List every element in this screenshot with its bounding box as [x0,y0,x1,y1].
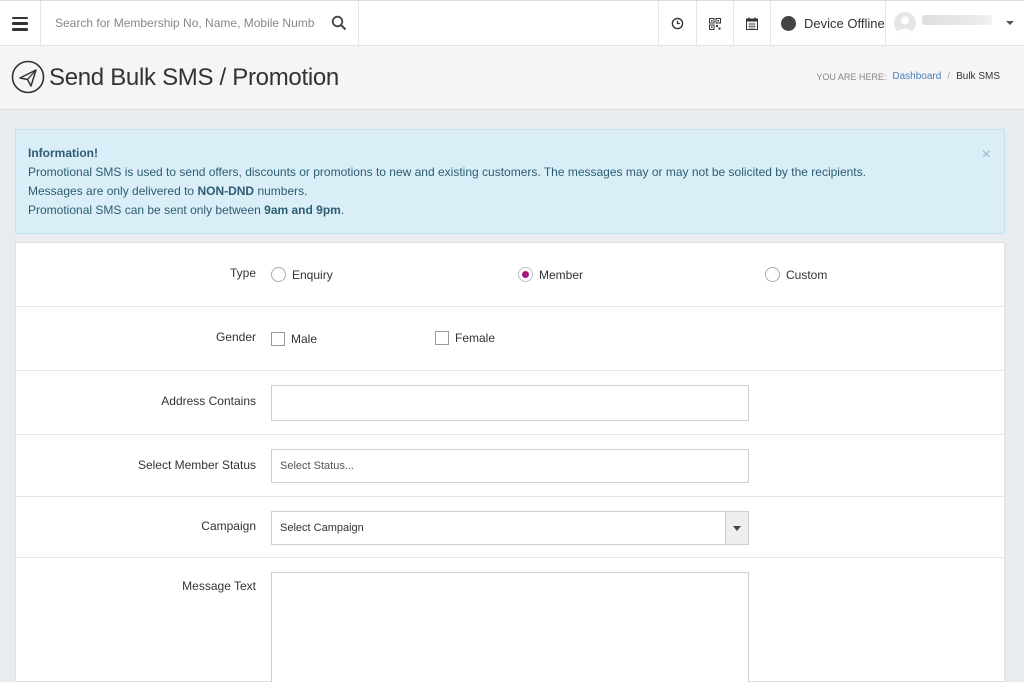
radio-enquiry[interactable] [271,267,286,282]
member-status-row: Select Member Status Select Status... [16,435,1004,497]
qr-code-button[interactable] [696,1,733,46]
page-header: Send Bulk SMS / Promotion YOU ARE HERE: … [0,46,1024,110]
address-input[interactable] [271,385,749,421]
close-icon[interactable]: × [982,145,991,164]
alert-line-1: Promotional SMS is used to send offers, … [28,165,866,179]
clock-button[interactable] [658,1,696,46]
gender-option-male[interactable]: Male [271,332,317,346]
calendar-icon [746,17,758,30]
campaign-row: Campaign Select Campaign [16,497,1004,558]
search-bar [41,1,359,46]
campaign-select[interactable]: Select Campaign [271,511,749,545]
qr-code-icon [709,17,721,30]
campaign-label: Campaign [201,519,256,533]
search-icon[interactable] [331,15,347,31]
info-alert: Information! Promotional SMS is used to … [15,129,1005,234]
message-label: Message Text [182,579,256,593]
campaign-dropdown-button[interactable] [725,512,748,544]
type-row: Type Enquiry Member Custom [16,243,1004,307]
chevron-down-icon[interactable] [1006,21,1014,25]
type-option-custom[interactable]: Custom [765,267,827,282]
breadcrumb-current: Bulk SMS [956,71,1000,82]
type-option-member[interactable]: Member [518,267,583,282]
calendar-button[interactable] [733,1,770,46]
message-row: Message Text [16,558,1004,682]
breadcrumb-label: YOU ARE HERE: [816,71,887,82]
device-status[interactable]: Device Offline [770,1,885,46]
member-status-label: Select Member Status [137,458,256,472]
member-status-select[interactable]: Select Status... [271,449,749,483]
radio-custom[interactable] [765,267,780,282]
search-input[interactable] [55,13,315,33]
user-menu[interactable] [885,1,1024,46]
clock-icon [671,17,684,30]
checkbox-male[interactable] [271,332,285,346]
gender-label: Gender [215,330,256,344]
page-title: Send Bulk SMS / Promotion [49,64,339,91]
device-status-label: Device Offline [804,16,885,31]
breadcrumb: YOU ARE HERE: Dashboard / Bulk SMS [816,71,1000,82]
checkbox-female[interactable] [435,331,449,345]
alert-heading: Information! [28,146,98,160]
message-textarea[interactable] [271,572,749,682]
alert-line-2: Messages are only delivered to NON-DND n… [28,184,308,198]
user-avatar-icon [894,12,916,34]
alert-line-3: Promotional SMS can be sent only between… [28,203,345,217]
address-label: Address Contains [161,394,256,408]
username-blur [922,15,992,25]
top-navbar: Device Offline [0,0,1024,46]
status-dot-icon [781,16,796,31]
breadcrumb-separator: / [947,71,951,82]
type-label: Type [229,266,256,280]
type-option-enquiry[interactable]: Enquiry [271,267,333,282]
member-status-placeholder: Select Status... [280,460,354,472]
gender-option-female[interactable]: Female [435,331,495,345]
breadcrumb-dashboard-link[interactable]: Dashboard [892,71,941,82]
address-row: Address Contains [16,371,1004,435]
caret-down-icon [733,525,741,531]
gender-row: Gender Male Female [16,307,1004,371]
paper-plane-icon [11,60,45,94]
menu-icon [12,16,28,31]
menu-toggle-button[interactable] [0,1,41,46]
radio-member[interactable] [518,267,533,282]
campaign-selected-value: Select Campaign [280,522,364,534]
bulk-sms-form: Type Enquiry Member Custom Gender Male F… [15,242,1005,682]
